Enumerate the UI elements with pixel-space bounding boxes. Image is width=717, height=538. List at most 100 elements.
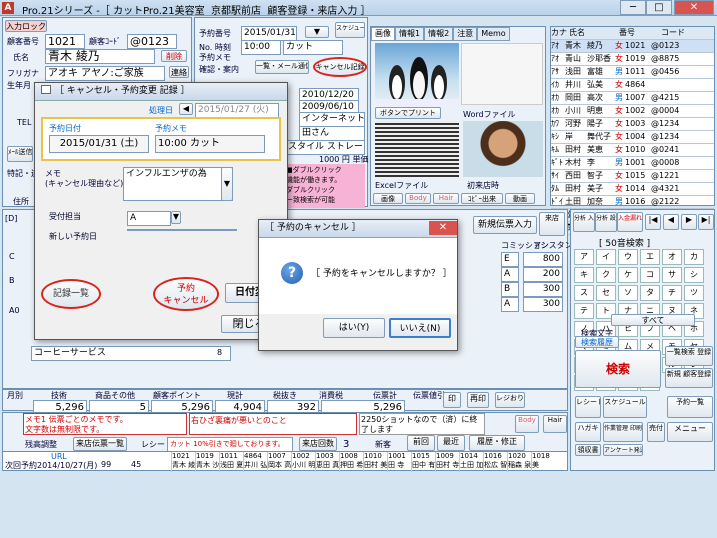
list-mail-button[interactable]: 一覧・メール通信: [255, 60, 309, 74]
staff-field[interactable]: 田さん: [299, 126, 365, 141]
history-entry[interactable]: 1016 松広 智: [483, 452, 507, 472]
history-entry[interactable]: 1015 田中 有: [411, 452, 435, 472]
history-edit-button[interactable]: 履歴・修正: [469, 435, 525, 451]
image-slot[interactable]: [461, 43, 543, 105]
button-print[interactable]: ボタンでプリント: [375, 107, 441, 119]
customer-list-row[interactable]: ｷﾑ 田村 美恵 女 1010 @0241: [551, 144, 714, 157]
style-field[interactable]: スタイル ストレート: [285, 140, 365, 155]
payment-check-button[interactable]: 入金漏れ 確認: [617, 212, 643, 232]
penguin-photo[interactable]: [375, 43, 459, 105]
postcard-button[interactable]: ハガキ: [575, 422, 601, 442]
menu-button[interactable]: メニュー: [667, 422, 713, 442]
history-entry[interactable]: 1010 田村 美: [363, 452, 387, 472]
minimize-button[interactable]: ─: [620, 0, 646, 15]
receipt-message[interactable]: カット 10%引きで廻しております。: [167, 437, 293, 452]
customer-list-row[interactable]: ｶﾜ 河野 陽子 女 1003 @1234: [551, 118, 714, 131]
reason-dropdown[interactable]: ▼: [221, 167, 233, 201]
time-field[interactable]: 10:00: [241, 40, 281, 55]
kana-key[interactable]: キ: [574, 267, 594, 283]
kana-key[interactable]: イ: [596, 249, 616, 265]
kana-key[interactable]: タ: [640, 285, 660, 301]
contact-button[interactable]: 連絡: [169, 66, 189, 78]
schedule-button[interactable]: スケジュール: [335, 22, 365, 38]
customer-list-row[interactable]: ｱｵ 青山 沙耶香女 1019 @8875: [551, 53, 714, 66]
history-entry[interactable]: 1018 美: [531, 452, 555, 472]
input-lock-button[interactable]: 入力ロック: [5, 20, 47, 32]
reprint-button[interactable]: 再印: [467, 392, 489, 408]
kana-key[interactable]: ケ: [618, 267, 638, 283]
kana-key[interactable]: ウ: [618, 249, 638, 265]
yes-button[interactable]: はい(Y): [323, 318, 385, 338]
all-button[interactable]: すべて: [611, 314, 695, 326]
customer-number-field[interactable]: 1021: [45, 34, 85, 49]
kana-key[interactable]: セ: [596, 285, 616, 301]
tablet-button[interactable]: Hair: [543, 415, 567, 433]
card-code-field[interactable]: @0123: [127, 34, 177, 49]
process-date-prev-button[interactable]: ◀: [179, 103, 193, 115]
prev-record-button[interactable]: ◀: [663, 214, 679, 230]
customer-list-row[interactable]: ﾀﾑ 田村 美子 女 1014 @4321: [551, 183, 714, 196]
reservation-list-button[interactable]: 予約一覧: [667, 396, 713, 418]
kana-key[interactable]: シ: [684, 267, 704, 283]
staff-code-field[interactable]: B: [501, 282, 519, 297]
customer-list-row[interactable]: ｱｵ 青木 綾乃 女 1021 @0123: [551, 40, 714, 53]
body-button[interactable]: Body: [405, 193, 431, 204]
kana-key[interactable]: サ: [662, 267, 682, 283]
cancel-record-button[interactable]: キャンセル記録: [313, 57, 367, 77]
register-button[interactable]: レジおりり: [495, 392, 525, 408]
commission-value[interactable]: 300: [523, 282, 563, 297]
search-history-button[interactable]: 検索履歴: [575, 336, 619, 348]
reservation-date-dropdown[interactable]: ▼: [305, 26, 329, 38]
url-label[interactable]: URL: [51, 452, 67, 461]
kana-key[interactable]: オ: [662, 249, 682, 265]
tab-memo[interactable]: Memo: [477, 27, 510, 41]
kana-key[interactable]: ク: [596, 267, 616, 283]
tab-caution[interactable]: 注意: [453, 27, 478, 41]
kana-key[interactable]: コ: [640, 267, 660, 283]
customer-list-row[interactable]: ｻｲ 西田 智子 女 1015 @1221: [551, 170, 714, 183]
close-window-button[interactable]: ✕: [674, 0, 714, 15]
customer-portrait[interactable]: [463, 121, 543, 177]
history-entry[interactable]: 1002 小川 明: [291, 452, 315, 472]
service-item-field[interactable]: コーヒーサービス: [31, 346, 231, 361]
slip-list-button[interactable]: 来店伝票一覧: [73, 437, 127, 451]
receipt-doc-button[interactable]: 領収書: [575, 444, 601, 456]
next-record-button[interactable]: ▶: [681, 214, 697, 230]
image-button[interactable]: 画像: [373, 193, 403, 204]
maximize-button[interactable]: □: [646, 0, 672, 15]
history-entry[interactable]: 1001 田 寺: [387, 452, 411, 472]
commission-value[interactable]: 300: [523, 297, 563, 312]
customer-list-row[interactable]: ﾄﾞｲ 土田 加奈 男 1016 @2122: [551, 196, 714, 209]
movie-button[interactable]: 動画: [505, 193, 535, 204]
name-field[interactable]: 青木 綾乃: [45, 49, 155, 64]
history-entry[interactable]: 1008 押田 希: [339, 452, 363, 472]
kana-key[interactable]: ツ: [684, 285, 704, 301]
history-entry[interactable]: 1007 岡本 高: [267, 452, 291, 472]
commission-value[interactable]: 800: [523, 252, 563, 267]
history-entry[interactable]: 1003 恵田 真: [315, 452, 339, 472]
tab-info1[interactable]: 情報1: [395, 27, 425, 41]
list-search-register-button[interactable]: 一覧検索 登録: [665, 346, 713, 366]
receipt-issue-button[interactable]: レシート 発行: [575, 396, 601, 418]
sub-memo[interactable]: 右ひざ裏痛が悪いとのこと: [189, 413, 357, 435]
slip-memo[interactable]: メモ1 伝票ごとのメモです。 文字数は無制限です。: [23, 413, 187, 435]
customer-list-row[interactable]: ｷﾞﾄ 木村李 男 1001 @0008: [551, 157, 714, 170]
search-button[interactable]: 検索: [575, 350, 661, 388]
last-record-button[interactable]: ▶|: [698, 214, 714, 230]
history-entry[interactable]: 1019 青木 沙: [195, 452, 219, 472]
no-button[interactable]: いいえ(N): [389, 318, 451, 338]
history-entry[interactable]: 4864 井川 弘: [243, 452, 267, 472]
first-record-button[interactable]: |◀: [645, 214, 661, 230]
history-entry[interactable]: 1014 土田 加: [459, 452, 483, 472]
staff-code-field[interactable]: A: [501, 267, 519, 282]
staff-code-field[interactable]: E: [501, 252, 519, 267]
kana-key[interactable]: チ: [662, 285, 682, 301]
kana-key[interactable]: カ: [684, 249, 704, 265]
new-slip-button[interactable]: 新規伝票入力: [473, 216, 537, 234]
kana-key[interactable]: ソ: [618, 285, 638, 301]
visit-mark-button[interactable]: 来店: [539, 212, 565, 236]
hair-button[interactable]: Hair: [433, 193, 459, 204]
kana-key[interactable]: ス: [574, 285, 594, 301]
prev-button[interactable]: 前回: [407, 435, 435, 451]
channel-field[interactable]: インターネット: [299, 112, 365, 127]
